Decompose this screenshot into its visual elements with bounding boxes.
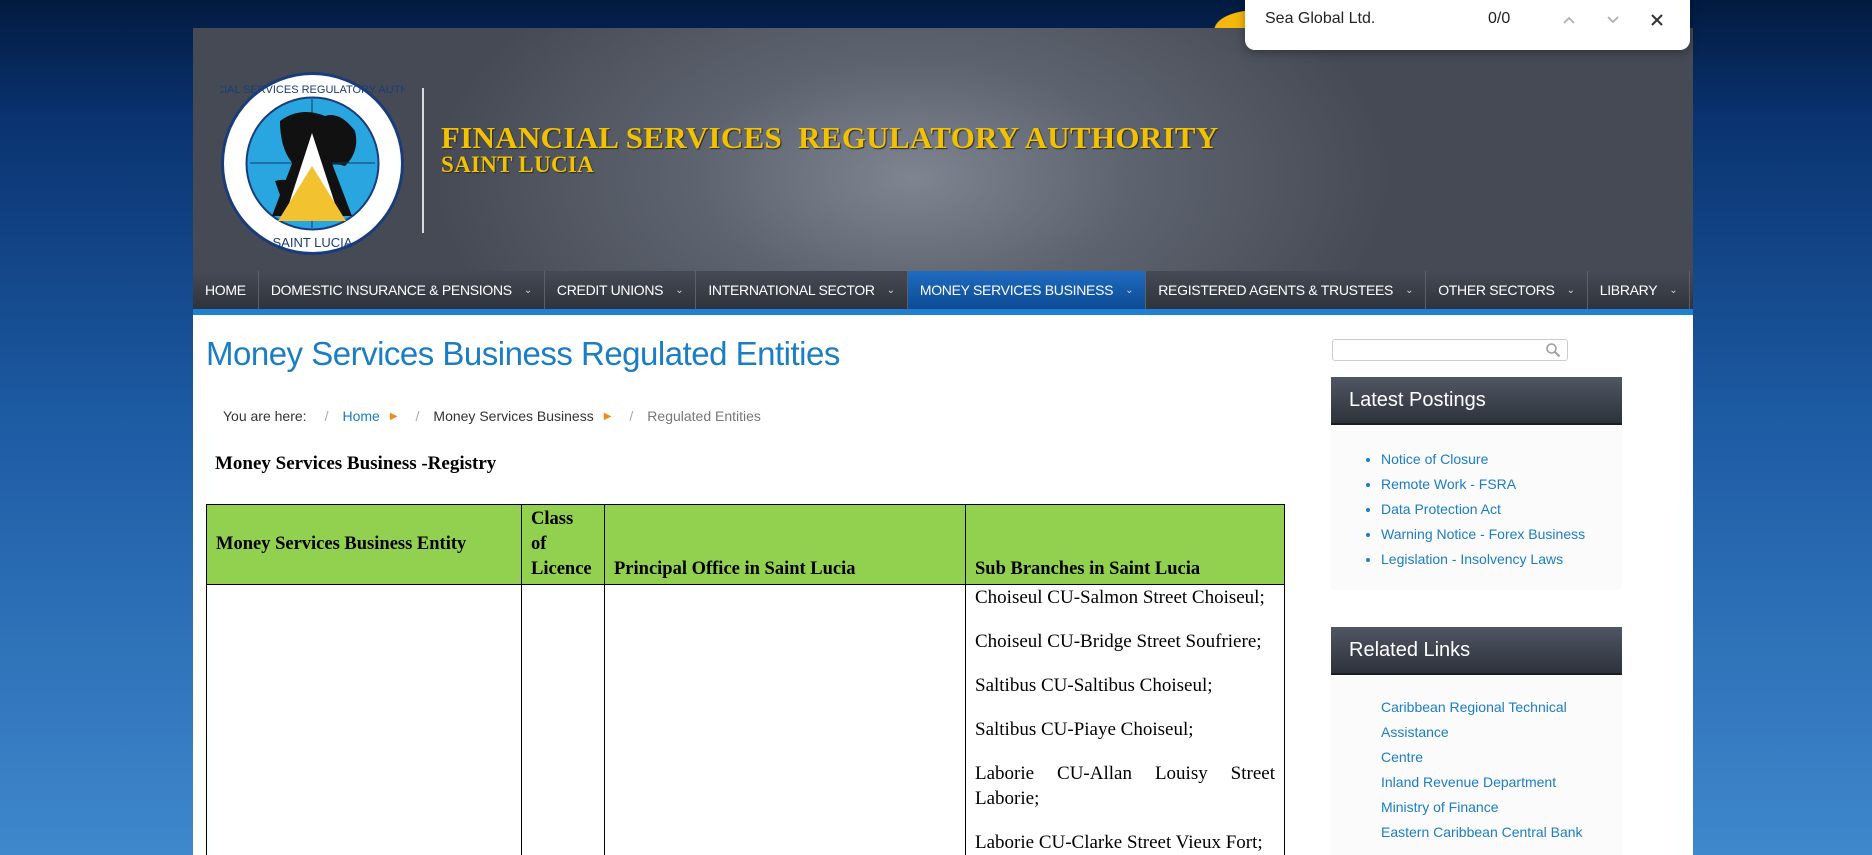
search-input[interactable]	[1337, 341, 1541, 361]
chevron-down-icon: ⌄	[1566, 284, 1575, 296]
column-header-entity: Money Services Business Entity	[206, 504, 522, 585]
fsra-logo[interactable]: FINANCIAL SERVICES REGULATORY AUTHORITY …	[220, 71, 405, 256]
page-container: FINANCIAL SERVICES REGULATORY AUTHORITY …	[193, 28, 1693, 855]
main-nav: HOME DOMESTIC INSURANCE & PENSIONS ⌄ CRED…	[193, 271, 1693, 315]
breadcrumb-separator: /	[629, 408, 634, 424]
nav-item-label: CREDIT UNIONS	[556, 282, 664, 298]
nav-item-label: REGISTERED AGENTS & TRUSTEES	[1158, 282, 1394, 298]
column-header-sub-branches: Sub Branches in Saint Lucia	[965, 504, 1285, 585]
nav-item-registered-agents[interactable]: REGISTERED AGENTS & TRUSTEES ⌄	[1146, 271, 1427, 309]
breadcrumb-current: Regulated Entities	[647, 408, 761, 424]
breadcrumb: You are here: / Home ▶ / Money Services …	[223, 408, 761, 424]
nav-item-money-services[interactable]: MONEY SERVICES BUSINESS ⌄	[907, 271, 1147, 309]
related-links-module: Related Links Caribbean Regional Technic…	[1331, 627, 1622, 855]
nav-item-domestic-insurance[interactable]: DOMESTIC INSURANCE & PENSIONS ⌄	[259, 271, 545, 309]
chevron-down-icon: ⌄	[886, 284, 895, 296]
registry-heading: Money Services Business -Registry	[215, 453, 497, 474]
nav-item-label: HOME	[205, 282, 246, 298]
find-previous-button[interactable]	[1555, 8, 1583, 32]
posting-link[interactable]: Warning Notice - Forex Business	[1381, 526, 1585, 542]
registry-table: Money Services Business Entity Class of …	[206, 504, 1285, 855]
list-item: Notice of Closure	[1381, 447, 1622, 472]
related-links-list: Caribbean Regional Technical Assistance …	[1331, 675, 1622, 855]
logo-ring-text: FINANCIAL SERVICES REGULATORY AUTHORITY	[220, 84, 405, 96]
posting-link[interactable]: Remote Work - FSRA	[1381, 476, 1516, 492]
nav-item-international-sector[interactable]: INTERNATIONAL SECTOR ⌄	[696, 271, 908, 309]
related-link[interactable]: Caribbean Regional Technical Assistance	[1381, 695, 1602, 745]
sub-branch-item: Saltibus CU-Saltibus Choiseul;	[975, 675, 1213, 696]
related-link[interactable]: Centre	[1381, 745, 1602, 770]
sub-branch-item: Choiseul CU-Bridge Street Soufriere;	[975, 631, 1262, 652]
nav-item-credit-unions[interactable]: CREDIT UNIONS ⌄	[545, 271, 697, 309]
chevron-down-icon: ⌄	[1405, 284, 1414, 296]
cell-sub-branches: Choiseul CU-Salmon Street Choiseul; Choi…	[965, 584, 1285, 855]
column-header-class-line: Licence	[531, 559, 592, 579]
close-icon	[1651, 14, 1663, 26]
column-header-class-line: of	[531, 534, 547, 554]
breadcrumb-separator: /	[324, 408, 329, 424]
nav-item-label: INTERNATIONAL SECTOR	[708, 282, 875, 298]
logo-divider	[422, 88, 424, 233]
page-title: Money Services Business Regulated Entiti…	[206, 335, 840, 372]
sub-branch-item: Laborie CU-Clarke Street Vieux Fort;	[975, 832, 1263, 853]
logo-bottom-text: SAINT LUCIA	[273, 235, 353, 250]
nav-item-label: DOMESTIC INSURANCE & PENSIONS	[270, 282, 512, 298]
sub-branch-item: Saltibus CU-Piaye Choiseul;	[975, 719, 1194, 740]
latest-postings-module: Latest Postings Notice of Closure Remote…	[1331, 377, 1622, 590]
find-match-count: 0/0	[1488, 10, 1511, 27]
search-icon[interactable]	[1545, 342, 1561, 358]
breadcrumb-separator: /	[415, 408, 420, 424]
breadcrumb-prefix: You are here:	[223, 408, 307, 424]
related-link[interactable]: Ministry of Finance	[1381, 795, 1602, 820]
sidebar-search	[1332, 339, 1568, 361]
table-header-row: Money Services Business Entity Class of …	[206, 504, 1285, 585]
list-item: Warning Notice - Forex Business	[1381, 522, 1622, 547]
nav-item-library[interactable]: LIBRARY ⌄	[1588, 271, 1691, 309]
site-subtitle[interactable]: SAINT LUCIA	[441, 152, 594, 178]
sub-branch-item: Laborie CU-Allan Louisy Street Laborie;	[975, 763, 1275, 809]
sub-branch-item: Choiseul CU-Salmon Street Choiseul;	[975, 587, 1265, 608]
chevron-down-icon: ⌄	[1669, 284, 1678, 296]
cell-class	[521, 584, 605, 855]
nav-item-label: LIBRARY	[1599, 282, 1658, 298]
site-title[interactable]: FINANCIAL SERVICES REGULATORY AUTHORITY	[441, 120, 1219, 156]
related-link[interactable]: Inland Revenue Department	[1381, 770, 1602, 795]
breadcrumb-arrow-icon: ▶	[389, 410, 398, 422]
cell-principal-office	[604, 584, 966, 855]
breadcrumb-arrow-icon: ▶	[603, 410, 612, 422]
list-item: Remote Work - FSRA	[1381, 472, 1622, 497]
chevron-down-icon	[1607, 16, 1619, 24]
column-header-class: Class of Licence	[521, 504, 605, 585]
find-input[interactable]: Sea Global Ltd.	[1265, 10, 1375, 28]
posting-link[interactable]: Legislation - Insolvency Laws	[1381, 551, 1563, 567]
nav-item-label: OTHER SECTORS	[1438, 282, 1555, 298]
posting-link[interactable]: Notice of Closure	[1381, 451, 1488, 467]
breadcrumb-home-link[interactable]: Home	[342, 408, 379, 424]
chevron-down-icon: ⌄	[523, 284, 532, 296]
chevron-up-icon	[1563, 16, 1575, 24]
latest-postings-list: Notice of Closure Remote Work - FSRA Dat…	[1331, 425, 1622, 590]
nav-item-label: MONEY SERVICES BUSINESS	[919, 282, 1114, 298]
column-header-class-line: Class	[531, 509, 574, 529]
column-header-principal-office: Principal Office in Saint Lucia	[604, 504, 966, 585]
cell-entity	[206, 584, 522, 855]
find-bar: Sea Global Ltd. 0/0	[1245, 0, 1690, 50]
latest-postings-title: Latest Postings	[1331, 377, 1622, 425]
nav-item-other-sectors[interactable]: OTHER SECTORS ⌄	[1426, 271, 1588, 309]
list-item: Data Protection Act	[1381, 497, 1622, 522]
related-links-title: Related Links	[1331, 627, 1622, 675]
chevron-down-icon: ⌄	[675, 284, 684, 296]
site-header: FINANCIAL SERVICES REGULATORY AUTHORITY …	[193, 28, 1693, 271]
nav-item-home[interactable]: HOME	[193, 271, 259, 309]
related-link[interactable]: Eastern Caribbean Central Bank	[1381, 820, 1602, 845]
table-row: Choiseul CU-Salmon Street Choiseul; Choi…	[206, 584, 1285, 855]
breadcrumb-section: Money Services Business	[433, 408, 594, 424]
posting-link[interactable]: Data Protection Act	[1381, 501, 1501, 517]
chevron-down-icon: ⌄	[1125, 284, 1134, 296]
list-item: Legislation - Insolvency Laws	[1381, 547, 1622, 572]
find-next-button[interactable]	[1599, 8, 1627, 32]
find-close-button[interactable]	[1643, 8, 1671, 32]
